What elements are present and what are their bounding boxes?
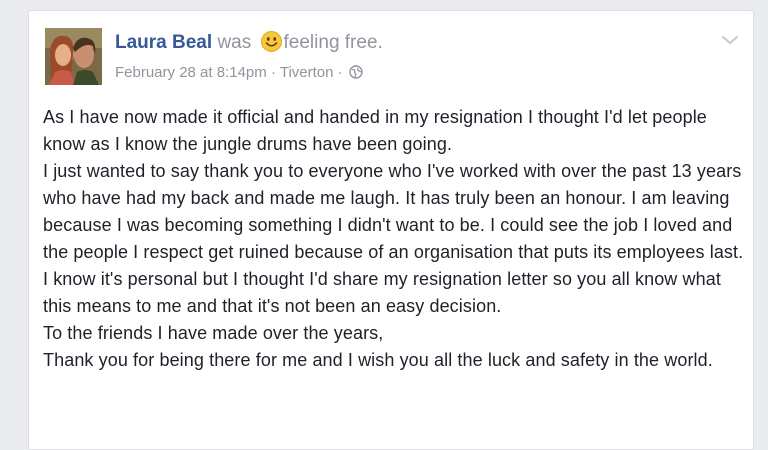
- post-meta: February 28 at 8:14pm · Tiverton ·: [115, 63, 363, 83]
- post-paragraph: Thank you for being there for me and I w…: [43, 350, 713, 370]
- post-timestamp[interactable]: February 28 at 8:14pm: [115, 64, 267, 81]
- post-location[interactable]: Tiverton: [280, 64, 334, 81]
- post-paragraph: I just wanted to say thank you to everyo…: [43, 161, 744, 316]
- smiley-emoji-icon: [260, 31, 282, 52]
- avatar[interactable]: [45, 28, 102, 85]
- globe-icon[interactable]: [349, 65, 363, 79]
- meta-separator: ·: [270, 64, 276, 81]
- author-name[interactable]: Laura Beal: [115, 32, 212, 53]
- chevron-down-icon[interactable]: [721, 33, 739, 47]
- post-body: As I have now made it official and hande…: [43, 104, 748, 374]
- post-header: Laura Beal was feeling free.: [115, 31, 383, 55]
- was-text: was: [217, 32, 252, 53]
- feeling-text[interactable]: feeling free.: [284, 32, 383, 53]
- post-paragraph: As I have now made it official and hande…: [43, 107, 707, 154]
- post-paragraph: To the friends I have made over the year…: [43, 323, 384, 343]
- post-card: Laura Beal was feeling free. February 28…: [28, 10, 754, 450]
- meta-separator: ·: [337, 64, 343, 81]
